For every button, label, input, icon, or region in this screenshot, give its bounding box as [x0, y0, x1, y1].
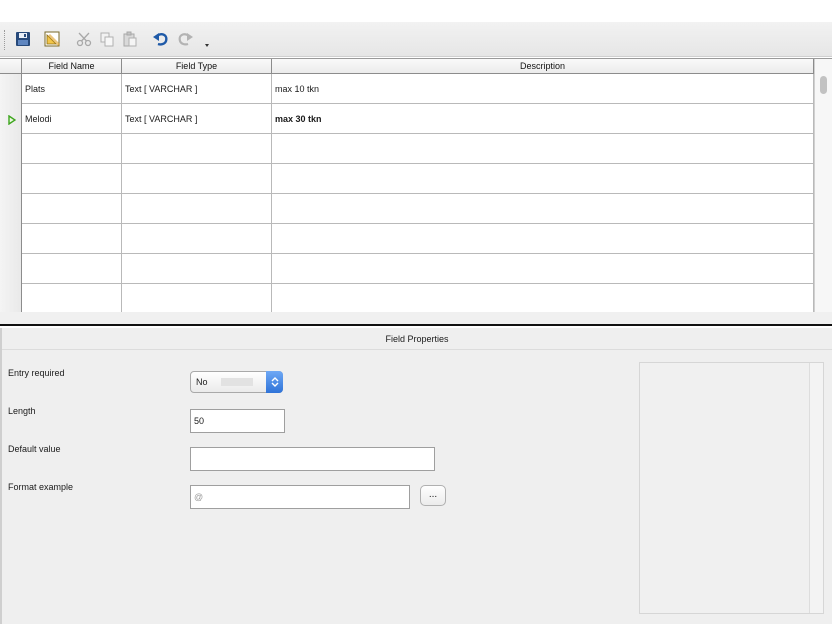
- redo-button[interactable]: [174, 28, 196, 50]
- grid-vertical-scrollbar[interactable]: [814, 59, 832, 312]
- help-scrollbar[interactable]: [809, 363, 823, 613]
- edit-icon: [44, 31, 60, 47]
- description-cell[interactable]: [272, 194, 814, 224]
- current-row-arrow-icon: [8, 115, 16, 125]
- table-row[interactable]: [0, 194, 814, 224]
- undo-icon: [153, 33, 168, 46]
- row-header[interactable]: [0, 74, 22, 104]
- row-header[interactable]: [0, 164, 22, 194]
- toolbar-overflow-button[interactable]: [202, 36, 212, 50]
- table-row[interactable]: [0, 134, 814, 164]
- field-type-cell[interactable]: [122, 134, 272, 164]
- scrollbar-thumb[interactable]: [820, 76, 827, 94]
- field-name-cell[interactable]: [22, 134, 122, 164]
- redo-icon: [178, 33, 193, 46]
- cut-icon: [76, 32, 92, 47]
- description-cell[interactable]: [272, 224, 814, 254]
- description-cell[interactable]: max 10 tkn: [272, 74, 814, 104]
- format-options-button[interactable]: ...: [420, 485, 446, 506]
- panel-title: Field Properties: [2, 328, 832, 350]
- up-down-chevron-icon: [271, 377, 278, 387]
- save-button[interactable]: [12, 28, 34, 50]
- table-row[interactable]: [0, 164, 814, 194]
- field-type-cell[interactable]: [122, 284, 272, 312]
- field-type-cell[interactable]: [122, 224, 272, 254]
- table-row[interactable]: [0, 224, 814, 254]
- column-header-description[interactable]: Description: [272, 59, 814, 74]
- format-example-label: Format example: [8, 482, 74, 492]
- chevron-down-icon: [205, 44, 209, 47]
- paste-button[interactable]: [119, 28, 141, 50]
- copy-button[interactable]: [96, 28, 118, 50]
- description-cell[interactable]: [272, 284, 814, 312]
- description-cell[interactable]: max 30 tkn: [272, 104, 814, 134]
- toolbar: [0, 22, 832, 57]
- field-name-cell[interactable]: [22, 164, 122, 194]
- cut-button[interactable]: [73, 28, 95, 50]
- table-row[interactable]: [0, 284, 814, 312]
- row-header[interactable]: [0, 224, 22, 254]
- length-label: Length: [8, 406, 36, 416]
- toolbar-grip[interactable]: [4, 30, 6, 50]
- table-row[interactable]: Melodi Text [ VARCHAR ] max 30 tkn: [0, 104, 814, 134]
- save-icon: [16, 32, 30, 46]
- field-type-cell[interactable]: Text [ VARCHAR ]: [122, 74, 272, 104]
- row-header[interactable]: [0, 104, 22, 134]
- row-header[interactable]: [0, 194, 22, 224]
- copy-icon: [100, 32, 114, 47]
- select-arrows[interactable]: [266, 371, 283, 393]
- description-cell[interactable]: [272, 164, 814, 194]
- field-name-cell[interactable]: [22, 194, 122, 224]
- edit-button[interactable]: [42, 28, 64, 50]
- description-cell[interactable]: [272, 254, 814, 284]
- entry-required-value: No: [196, 377, 208, 387]
- default-value-label: Default value: [8, 444, 61, 454]
- undo-button[interactable]: [150, 28, 172, 50]
- field-properties-panel: Field Properties Entry required No Lengt…: [0, 328, 832, 624]
- row-header[interactable]: [0, 134, 22, 164]
- entry-required-label: Entry required: [8, 368, 65, 378]
- field-name-cell[interactable]: [22, 224, 122, 254]
- field-type-cell[interactable]: Text [ VARCHAR ]: [122, 104, 272, 134]
- column-header-field-name[interactable]: Field Name: [22, 59, 122, 74]
- field-name-cell[interactable]: [22, 254, 122, 284]
- default-value-input[interactable]: [190, 447, 435, 471]
- help-text-area: [639, 362, 824, 614]
- field-type-cell[interactable]: [122, 194, 272, 224]
- select-value-field: [221, 378, 253, 386]
- table-row[interactable]: Plats Text [ VARCHAR ] max 10 tkn: [0, 74, 814, 104]
- grid-header: Field Name Field Type Description: [0, 59, 814, 74]
- field-name-cell[interactable]: Melodi: [22, 104, 122, 134]
- field-type-cell[interactable]: [122, 254, 272, 284]
- row-header[interactable]: [0, 254, 22, 284]
- format-example-input[interactable]: @: [190, 485, 410, 509]
- field-type-cell[interactable]: [122, 164, 272, 194]
- paste-icon: [123, 31, 137, 47]
- entry-required-select[interactable]: No: [190, 371, 283, 393]
- field-design-grid: Field Name Field Type Description Plats …: [0, 58, 832, 312]
- row-header-corner: [0, 59, 22, 74]
- pane-splitter[interactable]: [0, 312, 832, 326]
- description-cell[interactable]: [272, 134, 814, 164]
- window-top-strip: [0, 0, 832, 22]
- length-input[interactable]: 50: [190, 409, 285, 433]
- field-name-cell[interactable]: [22, 284, 122, 312]
- table-row[interactable]: [0, 254, 814, 284]
- column-header-field-type[interactable]: Field Type: [122, 59, 272, 74]
- field-name-cell[interactable]: Plats: [22, 74, 122, 104]
- row-header[interactable]: [0, 284, 22, 312]
